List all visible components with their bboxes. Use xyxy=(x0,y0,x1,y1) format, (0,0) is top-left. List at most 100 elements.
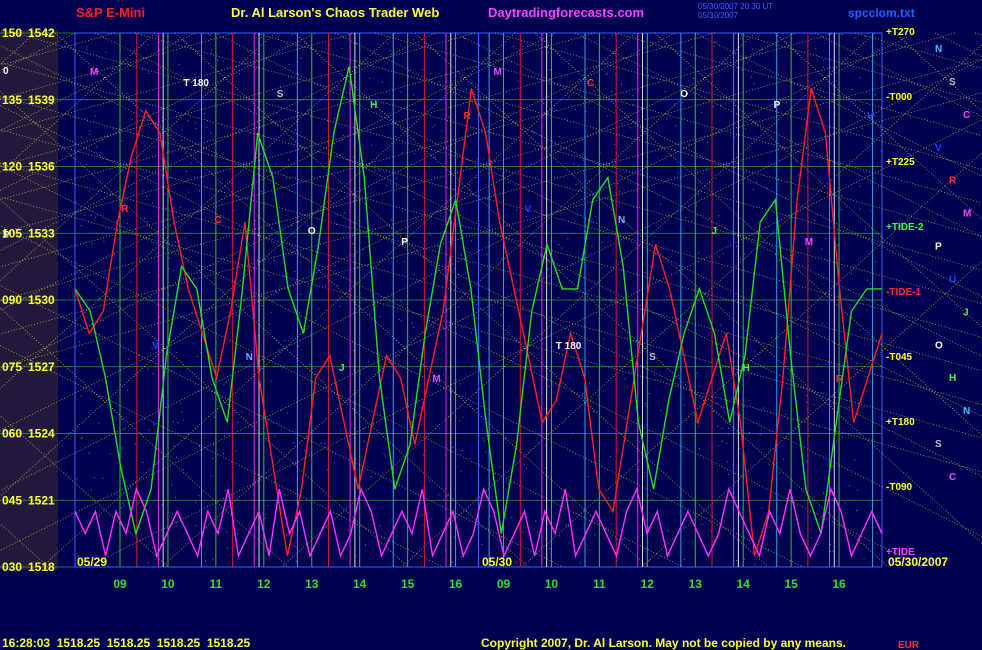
star xyxy=(313,142,315,144)
star xyxy=(785,102,787,103)
star xyxy=(413,153,415,155)
star xyxy=(383,538,385,540)
star xyxy=(284,91,285,93)
star xyxy=(601,242,603,243)
star xyxy=(451,561,453,563)
star xyxy=(704,65,706,67)
event-marker: V xyxy=(152,341,159,352)
hour-tick-label: 09 xyxy=(113,577,127,591)
star xyxy=(675,125,677,127)
star xyxy=(365,544,366,546)
price-label-right: 1527 xyxy=(28,360,55,374)
star xyxy=(585,157,587,159)
star xyxy=(574,109,576,111)
star xyxy=(476,408,478,410)
star xyxy=(686,68,687,70)
star xyxy=(389,50,391,51)
star xyxy=(339,305,341,307)
star xyxy=(181,129,183,131)
star xyxy=(400,320,402,322)
star xyxy=(298,312,300,314)
timestamp-1: 05/30/2007 20:30 UT xyxy=(698,2,773,11)
star xyxy=(754,564,756,566)
star xyxy=(214,416,216,418)
star xyxy=(604,304,606,306)
star xyxy=(147,44,149,46)
star xyxy=(268,274,270,276)
star xyxy=(717,445,719,447)
star xyxy=(434,125,436,126)
star xyxy=(549,283,551,285)
price-label-left: 090 xyxy=(2,293,22,307)
left-marker: P xyxy=(3,230,10,241)
hour-tick-label: 15 xyxy=(784,577,798,591)
star xyxy=(741,69,743,71)
star xyxy=(400,91,402,93)
star xyxy=(684,404,686,406)
star xyxy=(494,160,496,162)
star xyxy=(429,234,431,236)
star xyxy=(687,381,689,383)
star xyxy=(760,49,762,51)
star xyxy=(295,463,297,465)
event-marker: N xyxy=(618,215,625,226)
star xyxy=(153,146,154,148)
star xyxy=(461,450,463,452)
star xyxy=(678,374,680,376)
star xyxy=(753,83,755,85)
star xyxy=(223,384,225,386)
star xyxy=(80,225,82,227)
star xyxy=(870,210,872,212)
star xyxy=(90,214,92,216)
star xyxy=(638,469,640,470)
star xyxy=(123,505,125,506)
star xyxy=(178,64,180,66)
star xyxy=(606,72,608,74)
star xyxy=(534,148,536,149)
star xyxy=(169,345,171,347)
star xyxy=(618,191,620,192)
star xyxy=(551,34,553,36)
star xyxy=(865,376,867,378)
star xyxy=(102,320,104,322)
star xyxy=(706,168,708,170)
price-label-right: 1539 xyxy=(28,93,55,107)
planet-marker: C xyxy=(949,472,956,483)
star xyxy=(422,514,424,516)
star xyxy=(198,495,200,497)
star xyxy=(438,81,440,83)
star xyxy=(159,41,161,43)
star xyxy=(86,48,88,50)
star xyxy=(814,219,816,221)
star xyxy=(143,120,145,122)
star xyxy=(194,122,196,124)
star xyxy=(198,445,200,447)
star xyxy=(432,303,434,305)
star xyxy=(735,245,737,247)
event-marker: R xyxy=(464,111,472,122)
star xyxy=(85,164,87,165)
star xyxy=(416,218,418,220)
star xyxy=(462,230,463,232)
price-label-left: 150 xyxy=(2,26,22,40)
star xyxy=(147,562,149,563)
star xyxy=(510,516,512,518)
star xyxy=(438,494,440,496)
star xyxy=(499,466,501,468)
star xyxy=(84,214,86,216)
star xyxy=(532,130,534,132)
star xyxy=(543,112,545,114)
star xyxy=(856,510,858,512)
star xyxy=(379,525,381,527)
star xyxy=(458,306,460,308)
star xyxy=(275,163,277,165)
star xyxy=(378,170,380,171)
star xyxy=(195,502,197,504)
star xyxy=(586,244,588,246)
star xyxy=(715,41,717,43)
star xyxy=(175,522,177,524)
site-link[interactable]: Daytradingforecasts.com xyxy=(488,5,644,20)
star xyxy=(223,453,225,455)
star xyxy=(80,136,82,138)
star xyxy=(720,324,722,326)
